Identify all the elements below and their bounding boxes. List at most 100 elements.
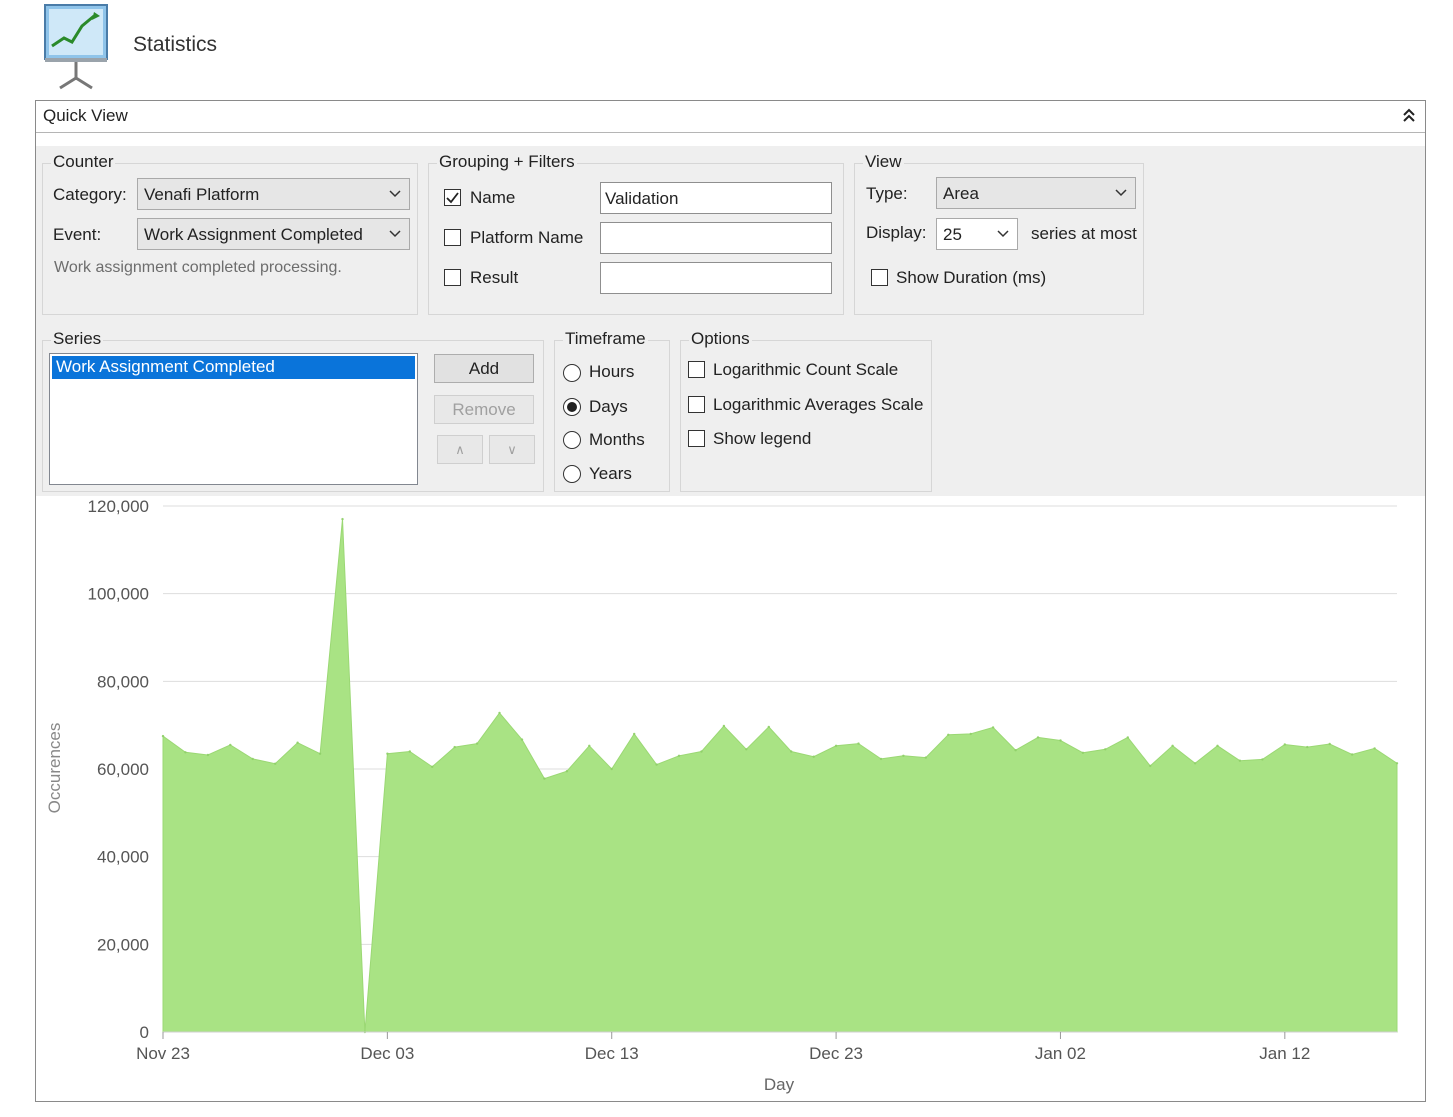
- data-point: [274, 762, 277, 765]
- data-point: [947, 733, 950, 736]
- timeframe-years-label: Years: [589, 464, 632, 483]
- data-point: [520, 738, 524, 741]
- data-point: [879, 757, 883, 761]
- data-point: [318, 752, 322, 755]
- name-filter-label: Name: [470, 188, 516, 207]
- category-value: Venafi Platform: [144, 185, 260, 204]
- timeframe-months-radio[interactable]: [563, 431, 581, 449]
- show-legend-checkbox[interactable]: [688, 430, 705, 447]
- data-point: [588, 744, 591, 747]
- category-select[interactable]: Venafi Platform: [137, 178, 410, 210]
- data-point: [341, 517, 344, 521]
- data-point: [565, 770, 569, 773]
- timeframe-days-label: Days: [589, 397, 628, 416]
- data-point: [408, 750, 411, 753]
- data-point: [969, 732, 972, 736]
- series-listbox[interactable]: Work Assignment Completed: [49, 353, 418, 485]
- data-point: [790, 750, 793, 753]
- data-point: [1238, 759, 1242, 762]
- show-legend-label: Show legend: [713, 429, 812, 448]
- chart-type-select[interactable]: Area: [936, 177, 1136, 209]
- page-title: Statistics: [133, 33, 218, 56]
- data-point: [722, 724, 726, 728]
- data-point: [543, 777, 546, 780]
- result-filter-input[interactable]: [600, 262, 832, 294]
- x-tick-label: Dec 13: [585, 1044, 639, 1063]
- data-point: [1104, 748, 1107, 751]
- add-series-button[interactable]: Add: [434, 354, 534, 383]
- double-chevron-up-icon[interactable]: [1398, 104, 1420, 128]
- x-tick-label: Dec 23: [809, 1044, 863, 1063]
- options-legend: Options: [689, 329, 752, 349]
- show-duration-checkbox[interactable]: [871, 269, 888, 286]
- data-point: [857, 742, 860, 745]
- chevron-down-icon: [389, 230, 401, 238]
- check-icon: [446, 192, 459, 204]
- x-tick-label: Dec 03: [360, 1044, 414, 1063]
- data-point: [1395, 762, 1399, 765]
- data-point: [902, 754, 905, 757]
- remove-series-button[interactable]: Remove: [434, 395, 534, 424]
- data-point: [1350, 753, 1354, 756]
- display-count-value: 25: [943, 225, 962, 244]
- data-point: [1373, 747, 1376, 750]
- display-count-select[interactable]: 25: [936, 218, 1018, 250]
- data-point: [1059, 739, 1062, 742]
- show-duration-label: Show Duration (ms): [896, 268, 1047, 287]
- platform-name-checkbox[interactable]: [444, 229, 461, 246]
- data-point: [677, 754, 681, 757]
- y-tick-label: 80,000: [97, 672, 149, 691]
- platform-name-filter-label: Platform Name: [470, 228, 584, 247]
- event-select[interactable]: Work Assignment Completed: [137, 218, 410, 250]
- data-point: [1171, 744, 1174, 747]
- result-filter-label: Result: [470, 268, 519, 287]
- timeframe-months-label: Months: [589, 430, 645, 449]
- move-up-button[interactable]: ∧: [437, 435, 483, 464]
- log-count-scale-checkbox[interactable]: [688, 361, 705, 378]
- view-legend: View: [863, 152, 904, 172]
- counter-legend: Counter: [51, 152, 116, 172]
- name-filter-value: Validation: [605, 189, 679, 208]
- timeframe-years-radio[interactable]: [563, 465, 581, 483]
- panel-title: Quick View: [43, 106, 128, 125]
- log-averages-scale-checkbox[interactable]: [688, 396, 705, 413]
- log-count-scale-label: Logarithmic Count Scale: [713, 360, 899, 379]
- timeframe-hours-label: Hours: [589, 362, 635, 381]
- data-point: [633, 732, 636, 736]
- data-point: [161, 734, 165, 738]
- data-point: [812, 755, 815, 758]
- panel-header: [36, 101, 1425, 133]
- move-down-button[interactable]: ∨: [489, 435, 535, 464]
- data-point: [386, 752, 389, 755]
- display-suffix: series at most: [1031, 224, 1137, 243]
- x-axis-title: Day: [764, 1075, 795, 1094]
- name-checkbox[interactable]: [444, 189, 461, 206]
- chevron-down-icon: [997, 230, 1009, 238]
- data-point: [1014, 749, 1017, 752]
- chevron-down-icon: [1115, 189, 1127, 197]
- timeframe-hours-radio[interactable]: [563, 364, 581, 382]
- x-tick-label: Jan 12: [1259, 1044, 1310, 1063]
- result-checkbox[interactable]: [444, 269, 461, 286]
- chevron-down-icon: [389, 190, 401, 198]
- series-list-item[interactable]: Work Assignment Completed: [52, 356, 415, 379]
- timeframe-legend: Timeframe: [563, 329, 648, 349]
- event-description: Work assignment completed processing.: [54, 259, 342, 276]
- data-point: [1328, 742, 1331, 746]
- y-tick-label: 0: [140, 1023, 149, 1042]
- data-point: [498, 711, 501, 715]
- data-point: [431, 765, 434, 768]
- y-axis-title: Occurences: [45, 723, 64, 814]
- data-point: [610, 767, 613, 771]
- data-point: [924, 756, 927, 759]
- platform-name-filter-input[interactable]: [600, 222, 832, 254]
- display-label: Display:: [866, 223, 927, 242]
- x-tick-label: Jan 02: [1035, 1044, 1086, 1063]
- data-point: [206, 753, 210, 757]
- data-point: [1126, 736, 1130, 739]
- occurrences-area-chart: 0 20,000 40,000 60,000 80,000 100,000 120,000 N…: [45, 497, 1399, 1094]
- event-label: Event:: [53, 225, 102, 244]
- name-filter-input[interactable]: Validation: [600, 182, 832, 214]
- timeframe-days-radio[interactable]: [563, 398, 581, 416]
- y-tick-label: 60,000: [97, 760, 149, 779]
